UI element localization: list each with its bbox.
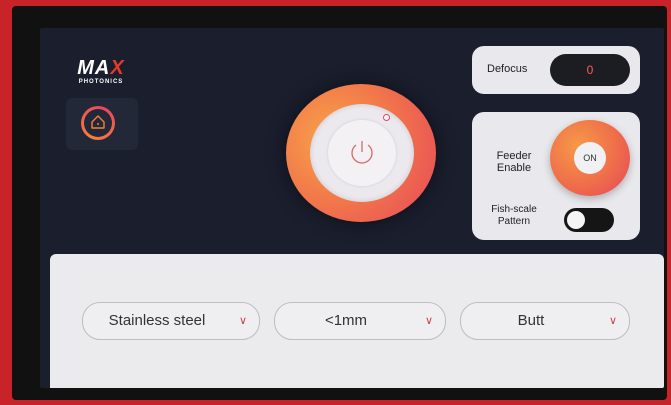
toggle-knob <box>567 211 585 229</box>
material-value: Stainless steel <box>108 312 206 329</box>
feeder-label-line1: Feeder <box>496 150 532 162</box>
brand-name: MA <box>77 57 111 79</box>
joint-type-select[interactable]: Butt ∨ <box>460 302 630 340</box>
material-select[interactable]: Stainless steel ∨ <box>82 302 260 340</box>
brand-name-accent: X <box>110 57 125 79</box>
chevron-down-icon: ∨ <box>238 315 247 327</box>
power-button-face <box>310 104 414 202</box>
defocus-value-input[interactable]: 0 <box>550 54 630 86</box>
defocus-card: Defocus 0 <box>472 46 640 94</box>
fish-scale-toggle[interactable] <box>564 208 614 232</box>
touch-screen: MAX PHOTONICS Defocus 0 Feeder Enable ON… <box>40 28 664 388</box>
chevron-down-icon: ∨ <box>608 315 617 327</box>
thickness-select[interactable]: <1mm ∨ <box>274 302 446 340</box>
home-button[interactable] <box>66 98 138 150</box>
device-bezel: MAX PHOTONICS Defocus 0 Feeder Enable ON… <box>12 6 667 400</box>
fish-scale-label: Fish-scale Pattern <box>486 204 542 228</box>
parameter-bar: Stainless steel ∨ <1mm ∨ Butt ∨ <box>50 254 664 388</box>
fish-scale-label-line1: Fish-scale <box>491 204 537 215</box>
joint-type-value: Butt <box>517 312 545 329</box>
power-icon <box>351 141 373 164</box>
power-button[interactable] <box>286 84 436 222</box>
power-indicator <box>383 114 390 121</box>
feeder-label-line2: Enable <box>496 162 532 174</box>
chevron-down-icon: ∨ <box>424 315 433 327</box>
home-ring <box>81 106 115 140</box>
defocus-label: Defocus <box>487 63 528 75</box>
thickness-value: <1mm <box>324 312 368 329</box>
brand-logo: MAX PHOTONICS <box>66 58 136 88</box>
feeder-enable-label: Feeder Enable <box>484 150 544 174</box>
brand-subtitle: PHOTONICS <box>78 79 124 85</box>
home-icon <box>91 115 105 129</box>
feeder-card: Feeder Enable ON Fish-scale Pattern <box>472 112 640 240</box>
fish-scale-label-line2: Pattern <box>497 216 531 227</box>
feeder-state: ON <box>574 142 606 174</box>
feeder-enable-button[interactable]: ON <box>550 120 630 196</box>
